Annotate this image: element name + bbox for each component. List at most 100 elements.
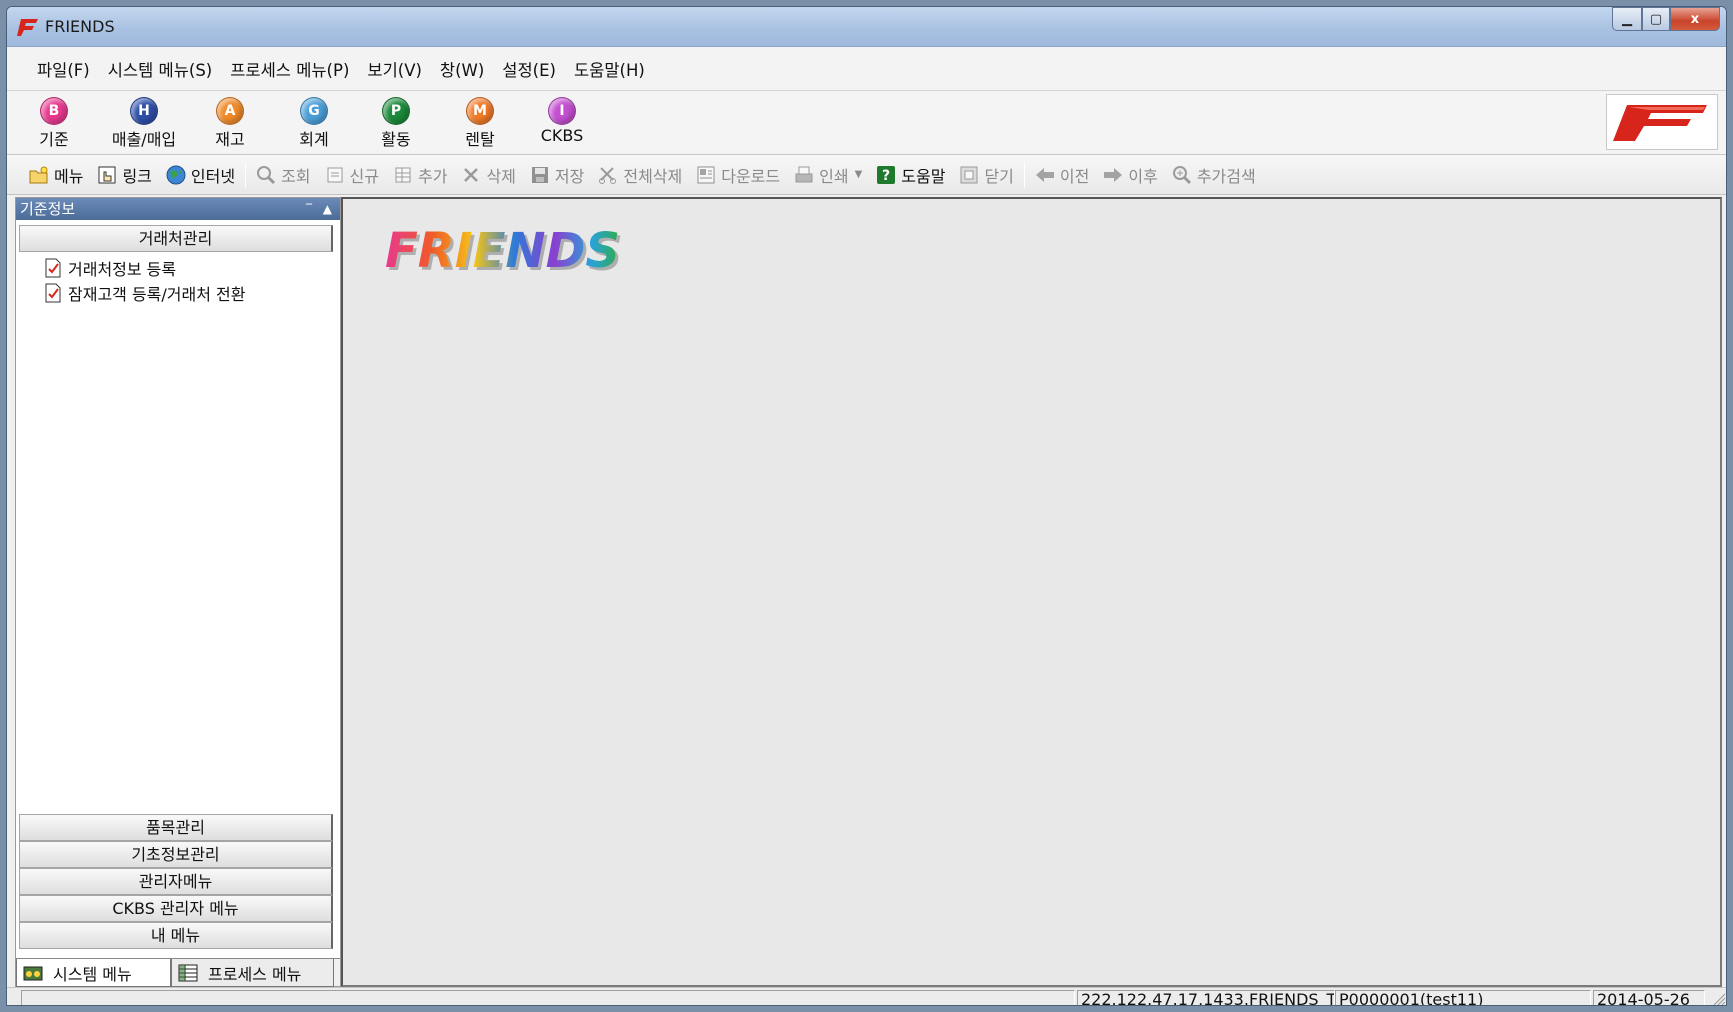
x-delete-icon xyxy=(461,165,481,185)
close-button[interactable]: x xyxy=(1670,7,1720,31)
help-question-icon: ? xyxy=(876,165,896,185)
group-header-ckbs-admin[interactable]: CKBS 관리자 메뉴 xyxy=(19,895,333,922)
panel-collapse-icon[interactable]: ▲ xyxy=(323,198,332,220)
search-button-label: 조회 xyxy=(281,166,311,186)
delete-all-button-label: 전체삭제 xyxy=(623,166,683,186)
save-button-label: 저장 xyxy=(554,166,585,186)
status-server: 222.122.47.17,1433.FRIENDS_T xyxy=(1077,990,1335,1005)
panel-pin-icon[interactable]: ‾ xyxy=(306,198,312,220)
maximize-icon: ▢ xyxy=(1649,11,1663,27)
minimize-button[interactable]: ▁ xyxy=(1612,7,1642,31)
tab-label: 시스템 메뉴 xyxy=(53,964,132,984)
group-header-items[interactable]: 품목관리 xyxy=(19,814,333,841)
prev-button-label: 이전 xyxy=(1059,166,1090,186)
module-b-icon: B xyxy=(40,97,68,125)
menu-view[interactable]: 보기(V) xyxy=(367,57,422,81)
close-icon: x xyxy=(1690,11,1700,27)
delete-button-label: 삭제 xyxy=(486,166,516,186)
module-label: 활동 xyxy=(381,130,411,149)
module-label: 매출/매입 xyxy=(111,130,177,149)
module-button-standard[interactable]: B 기준 xyxy=(29,97,79,150)
menu-process[interactable]: 프로세스 메뉴(P) xyxy=(230,57,349,81)
menu-file[interactable]: 파일(F) xyxy=(37,57,90,81)
magnifier-icon xyxy=(256,165,276,185)
tab-label: 프로세스 메뉴 xyxy=(208,964,302,984)
module-label: 렌탈 xyxy=(465,130,495,149)
save-button[interactable]: 저장 xyxy=(530,163,584,187)
zoom-search-icon xyxy=(1172,165,1192,185)
module-button-rental[interactable]: M 렌탈 xyxy=(455,97,505,150)
brand-logo xyxy=(1606,94,1718,150)
system-menu-icon xyxy=(23,966,43,980)
globe-icon xyxy=(166,165,186,185)
menu-button-label: 메뉴 xyxy=(54,166,84,186)
folder-new-icon xyxy=(29,165,49,185)
download-button[interactable]: 다운로드 xyxy=(696,163,780,187)
internet-button[interactable]: 인터넷 xyxy=(166,163,235,187)
print-button[interactable]: 인쇄 ▼ xyxy=(794,163,862,187)
status-message xyxy=(21,990,1075,1005)
module-button-accounting[interactable]: G 회계 xyxy=(289,97,339,150)
module-button-sales[interactable]: H 매출/매입 xyxy=(101,97,187,150)
next-button-label: 이후 xyxy=(1128,166,1158,186)
maximize-button[interactable]: ▢ xyxy=(1642,7,1670,31)
module-button-activity[interactable]: P 활동 xyxy=(371,97,421,150)
next-button[interactable]: 이후 xyxy=(1103,163,1158,187)
prev-button[interactable]: 이전 xyxy=(1035,163,1089,187)
menu-window[interactable]: 창(W) xyxy=(440,57,484,81)
printer-icon xyxy=(794,165,814,185)
module-button-inventory[interactable]: A 재고 xyxy=(205,97,255,150)
hand-pointer-icon xyxy=(97,165,117,185)
panel-header: 기준정보 ‾ ▲ xyxy=(16,198,340,220)
download-button-label: 다운로드 xyxy=(721,166,781,186)
action-toolbar: 메뉴 링크 인터넷 조회 신규 추가 삭제 저장 전체삭제 다운로드 인쇄 ▼ … xyxy=(7,155,1726,195)
module-a-icon: A xyxy=(216,97,244,125)
close-form-button[interactable]: 닫기 xyxy=(959,163,1014,187)
search-button[interactable]: 조회 xyxy=(256,163,311,187)
close-form-icon xyxy=(959,165,979,185)
panel-tabs: 시스템 메뉴 프로세스 메뉴 xyxy=(16,958,340,987)
menu-help[interactable]: 도움말(H) xyxy=(574,57,645,81)
app-window: FRIENDS ▁ ▢ x 파일(F) 시스템 메뉴(S) 프로세스 메뉴(P)… xyxy=(6,6,1727,1006)
menu-button[interactable]: 메뉴 xyxy=(29,163,83,187)
menu-bar: 파일(F) 시스템 메뉴(S) 프로세스 메뉴(P) 보기(V) 창(W) 설정… xyxy=(7,47,1726,91)
help-button-label: 도움말 xyxy=(901,166,946,186)
tree-item-customer-register[interactable]: 거래처정보 등록 xyxy=(44,256,176,280)
new-button-label: 신규 xyxy=(349,166,379,186)
tree-item-prospect-convert[interactable]: 잠재고객 등록/거래처 전환 xyxy=(44,281,245,305)
group-header-customer[interactable]: 거래처관리 xyxy=(19,225,333,252)
new-button[interactable]: 신규 xyxy=(325,163,379,187)
help-button[interactable]: ? 도움말 xyxy=(876,163,945,187)
title-bar[interactable]: FRIENDS ▁ ▢ x xyxy=(7,7,1726,47)
minimize-icon: ▁ xyxy=(1622,11,1632,27)
chevron-down-icon[interactable]: ▼ xyxy=(855,169,863,180)
toolbar-separator xyxy=(1023,161,1025,188)
resize-grip-icon[interactable] xyxy=(1707,990,1726,1005)
delete-button[interactable]: 삭제 xyxy=(461,163,516,187)
arrow-left-icon xyxy=(1035,165,1055,185)
module-label: 재고 xyxy=(215,130,245,149)
module-p-icon: P xyxy=(382,97,410,125)
tab-system-menu[interactable]: 시스템 메뉴 xyxy=(16,959,171,987)
group-header-my-menu[interactable]: 내 메뉴 xyxy=(19,922,333,949)
delete-all-button[interactable]: 전체삭제 xyxy=(598,163,682,187)
add-row-icon xyxy=(393,165,413,185)
add-button[interactable]: 추가 xyxy=(393,163,447,187)
module-button-ckbs[interactable]: I CKBS xyxy=(533,97,591,145)
logo-text: FRIENDS xyxy=(385,223,620,277)
module-h-icon: H xyxy=(130,97,158,125)
floppy-disk-icon xyxy=(530,165,550,185)
tab-process-menu[interactable]: 프로세스 메뉴 xyxy=(171,959,334,987)
menu-system[interactable]: 시스템 메뉴(S) xyxy=(108,57,213,81)
status-date: 2014-05-26 xyxy=(1593,990,1705,1005)
status-user: P0000001(test11) xyxy=(1335,990,1591,1005)
link-button[interactable]: 링크 xyxy=(97,163,152,187)
group-header-basic-info[interactable]: 기초정보관리 xyxy=(19,841,333,868)
friends-logo-icon xyxy=(17,19,38,36)
module-g-icon: G xyxy=(300,97,328,125)
advanced-search-button[interactable]: 추가검색 xyxy=(1172,163,1256,187)
panel-title: 기준정보 xyxy=(20,200,76,218)
menu-settings[interactable]: 설정(E) xyxy=(502,57,556,81)
status-bar: 222.122.47.17,1433.FRIENDS_T P0000001(te… xyxy=(7,987,1726,1005)
group-header-admin[interactable]: 관리자메뉴 xyxy=(19,868,333,895)
